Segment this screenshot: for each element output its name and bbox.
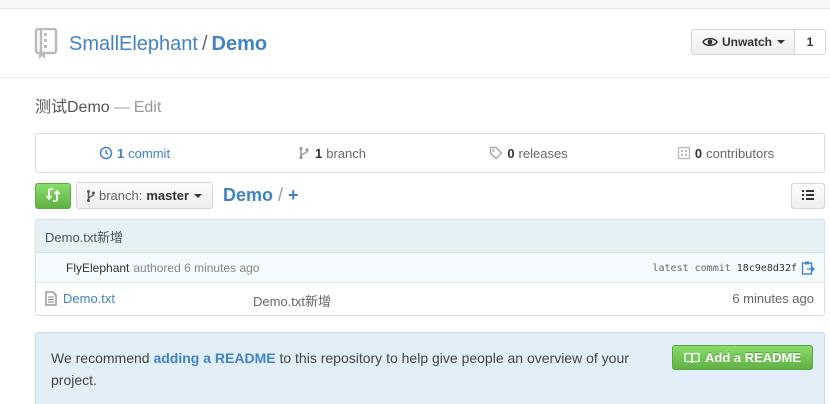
branch-icon [86, 189, 96, 203]
file-row: Demo.txt Demo.txt新增 6 minutes ago [36, 283, 824, 315]
list-icon [801, 189, 815, 204]
releases-summary-link[interactable]: 0 releases [430, 134, 627, 172]
add-readme-label: Add a README [705, 350, 802, 365]
releases-count: 0 [507, 145, 515, 161]
branches-count: 1 [315, 145, 323, 161]
contributors-count: 0 [694, 145, 703, 161]
contributors-label: contributors [706, 145, 775, 161]
commits-count: 1 [116, 145, 125, 161]
top-bar [0, 0, 830, 9]
repo-icon [33, 27, 59, 60]
chevron-down-icon [777, 40, 786, 44]
watchers-count[interactable]: 1 [795, 29, 827, 55]
history-icon [99, 146, 113, 160]
eye-icon [702, 36, 718, 48]
description-dash: — [113, 99, 130, 116]
book-icon [684, 352, 700, 364]
branch-prefix-label: branch: [99, 188, 143, 203]
commits-label: commit [128, 145, 171, 161]
new-file-link[interactable]: + [288, 185, 299, 205]
numbers-summary: 1 commit 1 branch 0 releases 0 contribut… [35, 133, 825, 173]
readme-prompt-text: We recommend adding a README to this rep… [51, 347, 661, 391]
branches-label: branch [326, 145, 366, 161]
repo-title: SmallElephant / Demo [69, 31, 267, 57]
commits-summary-link[interactable]: 1 commit [36, 134, 233, 172]
latest-commit-title: Demo.txt新增 [36, 220, 824, 253]
latest-commit-meta: FlyElephant authored 6 minutes ago lates… [36, 253, 824, 283]
file-age: 6 minutes ago [732, 291, 814, 306]
commit-author-link[interactable]: FlyElephant [66, 261, 129, 275]
file-icon [45, 291, 57, 306]
file-list-toggle-button[interactable] [791, 183, 825, 209]
clippy-icon[interactable] [801, 260, 815, 276]
repo-owner-link[interactable]: SmallElephant [69, 33, 198, 55]
adding-readme-link[interactable]: adding a README [153, 350, 275, 366]
repo-description: 测试Demo — Edit [35, 98, 161, 118]
readme-prompt: We recommend adding a README to this rep… [35, 332, 825, 404]
organization-icon [677, 146, 691, 160]
file-navigation: branch: master Demo / + [35, 182, 825, 210]
branches-summary-link[interactable]: 1 branch [233, 134, 430, 172]
breadcrumb-separator: / [278, 185, 284, 205]
current-branch-name: master [146, 188, 190, 203]
repo-name-link[interactable]: Demo [212, 33, 268, 55]
file-commit-message-link[interactable]: Demo.txt新增 [253, 291, 331, 310]
compare-icon [45, 187, 61, 206]
releases-label: releases [518, 145, 568, 161]
chevron-down-icon [194, 193, 203, 198]
compare-button[interactable] [35, 183, 71, 209]
latest-commit-sha-group: latest commit 18c9e8d32f [653, 253, 816, 283]
tag-icon [489, 146, 503, 160]
unwatch-label: Unwatch [722, 35, 773, 49]
watch-button-group: Unwatch 1 [691, 29, 827, 55]
file-name-link[interactable]: Demo.txt [63, 291, 115, 306]
branch-select-button[interactable]: branch: master [76, 182, 214, 209]
commit-authored-time: authored 6 minutes ago [133, 260, 260, 275]
latest-commit-label: latest commit [652, 262, 731, 274]
repo-title-separator: / [201, 33, 208, 55]
commit-sha-link[interactable]: 18c9e8d32f [737, 263, 797, 274]
repo-header: SmallElephant / Demo Unwatch 1 [0, 9, 830, 78]
file-browser: Demo.txt新增 FlyElephant authored 6 minute… [35, 219, 825, 316]
readme-text-before: We recommend [51, 350, 150, 366]
breadcrumb: Demo / + [223, 184, 299, 206]
description-text: 测试Demo [35, 99, 110, 116]
contributors-summary-link[interactable]: 0 contributors [627, 134, 824, 172]
branch-icon [297, 146, 311, 160]
breadcrumb-root-link[interactable]: Demo [223, 185, 273, 205]
unwatch-button[interactable]: Unwatch [691, 29, 796, 55]
latest-commit-message-link[interactable]: Demo.txt新增 [45, 227, 123, 246]
add-readme-button[interactable]: Add a README [672, 345, 814, 370]
edit-description-link[interactable]: Edit [134, 99, 162, 116]
